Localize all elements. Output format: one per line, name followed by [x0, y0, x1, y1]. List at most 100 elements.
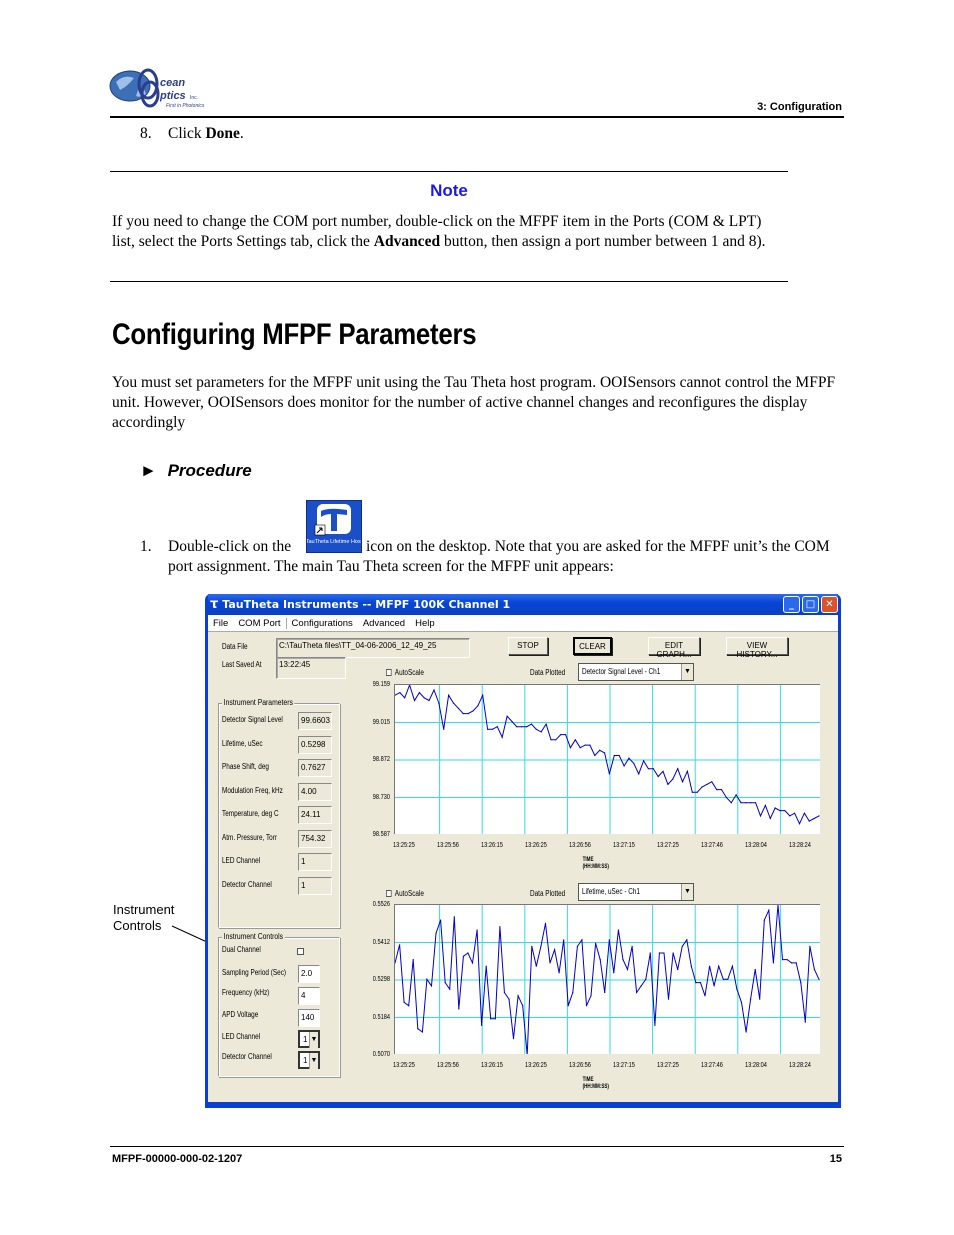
led-channel-select[interactable]: 1 ▼: [298, 1030, 320, 1048]
stop-button[interactable]: STOP: [508, 637, 548, 655]
data-point: [516, 726, 518, 728]
dual-channel-checkbox[interactable]: [297, 948, 304, 955]
data-point: [696, 791, 698, 793]
data-point: [638, 773, 640, 775]
menu-configurations[interactable]: Configurations: [287, 618, 358, 629]
data-point: [652, 768, 654, 770]
minimize-button[interactable]: _: [783, 596, 800, 613]
data-point: [595, 942, 597, 944]
data-point: [735, 794, 737, 796]
data-point: [496, 726, 498, 728]
instrument-parameters-title: Instrument Parameters: [222, 698, 295, 707]
data-point: [399, 692, 401, 694]
led-channel-control-label: LED Channel: [222, 1032, 261, 1041]
y-tick-label: 0.5526: [372, 899, 390, 908]
footer-page-number: 15: [829, 1153, 842, 1165]
param-value: 4.00: [298, 782, 332, 801]
menu-file[interactable]: File: [208, 618, 233, 629]
dropdown-arrow-icon[interactable]: ▼: [681, 664, 693, 680]
data-point: [681, 945, 683, 947]
data-point: [565, 734, 567, 736]
data-point: [438, 702, 440, 704]
param-value: 754.32: [298, 829, 332, 848]
y-tick-label: 98.587: [372, 829, 390, 838]
data-plotted-select-1[interactable]: Detector Signal Level - Ch1 ▼: [578, 663, 694, 681]
sampling-period-input[interactable]: 2.0: [298, 965, 320, 983]
window-client-area: Data File C:\TauTheta files\TT_04-06-200…: [208, 632, 838, 1102]
data-point: [631, 945, 633, 947]
data-point: [716, 789, 718, 791]
data-point: [594, 754, 596, 757]
data-plotted-value-2: Lifetime, uSec - Ch1: [582, 887, 640, 896]
menu-advanced[interactable]: Advanced: [358, 618, 410, 629]
data-point: [409, 685, 411, 686]
clear-button[interactable]: CLEAR: [573, 637, 612, 655]
data-point: [491, 728, 494, 730]
data-point: [691, 791, 693, 793]
y-tick-label: 0.5070: [372, 1049, 390, 1058]
data-point: [540, 731, 542, 733]
data-point: [417, 1028, 419, 1030]
frequency-label: Frequency (kHz): [222, 988, 270, 997]
data-point: [522, 1005, 524, 1007]
data-point: [476, 929, 478, 931]
autoscale-checkbox-1[interactable]: AutoScale: [386, 668, 424, 677]
data-point: [526, 726, 528, 728]
data-point: [667, 998, 670, 1000]
section-label: 3: Configuration: [757, 101, 842, 113]
apd-voltage-input[interactable]: 140: [298, 1009, 320, 1027]
footer-rule: [110, 1146, 844, 1147]
y-tick-label: 0.5412: [372, 936, 390, 946]
x-tick-label: 13:27:25: [657, 840, 679, 849]
data-point: [490, 1018, 492, 1020]
data-point: [567, 1005, 569, 1007]
note-text-part: button, then assign a port number betwee…: [440, 233, 766, 250]
data-point: [544, 922, 547, 924]
menu-bar: File COM Port Configurations Advanced He…: [208, 615, 838, 632]
frequency-input[interactable]: 4: [298, 987, 320, 1005]
x-tick-label: 13:28:24: [789, 840, 811, 849]
menu-com-port[interactable]: COM Port: [233, 617, 287, 629]
data-point: [730, 802, 732, 804]
dropdown-arrow-icon[interactable]: ▼: [309, 1053, 318, 1069]
dropdown-arrow-icon[interactable]: ▼: [309, 1032, 318, 1048]
close-button[interactable]: ✕: [821, 596, 838, 613]
data-point: [704, 995, 706, 997]
data-point: [576, 945, 578, 947]
data-point: [774, 807, 776, 809]
maximize-button[interactable]: □: [802, 596, 819, 613]
data-point: [667, 783, 669, 785]
data-point: [521, 726, 523, 728]
edit-graph-button[interactable]: EDIT GRAPH...: [648, 637, 700, 659]
data-point: [443, 728, 445, 730]
menu-help[interactable]: Help: [410, 618, 440, 629]
data-point: [554, 949, 556, 951]
autoscale-checkbox-2[interactable]: AutoScale: [386, 889, 424, 898]
view-history-button[interactable]: VIEW HISTORY...: [726, 637, 788, 659]
step-1-paragraph: icon on the desktop. Note that you are a…: [168, 537, 844, 577]
x-tick-label: 13:26:15: [481, 1060, 503, 1069]
dropdown-arrow-icon[interactable]: ▼: [681, 884, 693, 900]
data-point: [769, 817, 771, 820]
data-point: [720, 789, 723, 791]
data-plotted-value-1: Detector Signal Level - Ch1: [582, 667, 661, 676]
detector-channel-select[interactable]: 1 ▼: [298, 1051, 320, 1069]
data-point: [759, 998, 761, 1000]
instrument-controls-group: Instrument Controls Dual Channel Samplin…: [218, 932, 340, 1077]
apd-voltage-label: APD Voltage: [222, 1010, 259, 1019]
data-plotted-select-2[interactable]: Lifetime, uSec - Ch1 ▼: [578, 883, 694, 901]
data-point: [647, 768, 649, 770]
ocean-optics-logo: cean ptics Inc. First in Photonics: [108, 66, 226, 112]
data-point: [549, 962, 551, 964]
window-titlebar[interactable]: τ TauTheta Instruments -- MFPF 100K Chan…: [208, 594, 838, 615]
param-value: 99.6603: [298, 712, 332, 730]
note-text: If you need to change the COM port numbe…: [112, 212, 788, 252]
step-8: 8. Click Done.: [140, 124, 244, 144]
data-point: [440, 919, 442, 921]
data-point: [722, 978, 724, 980]
autoscale-label-1: AutoScale: [394, 668, 424, 677]
data-point: [617, 929, 619, 931]
data-point: [725, 796, 727, 799]
data-point: [404, 697, 406, 699]
data-point: [452, 702, 455, 704]
